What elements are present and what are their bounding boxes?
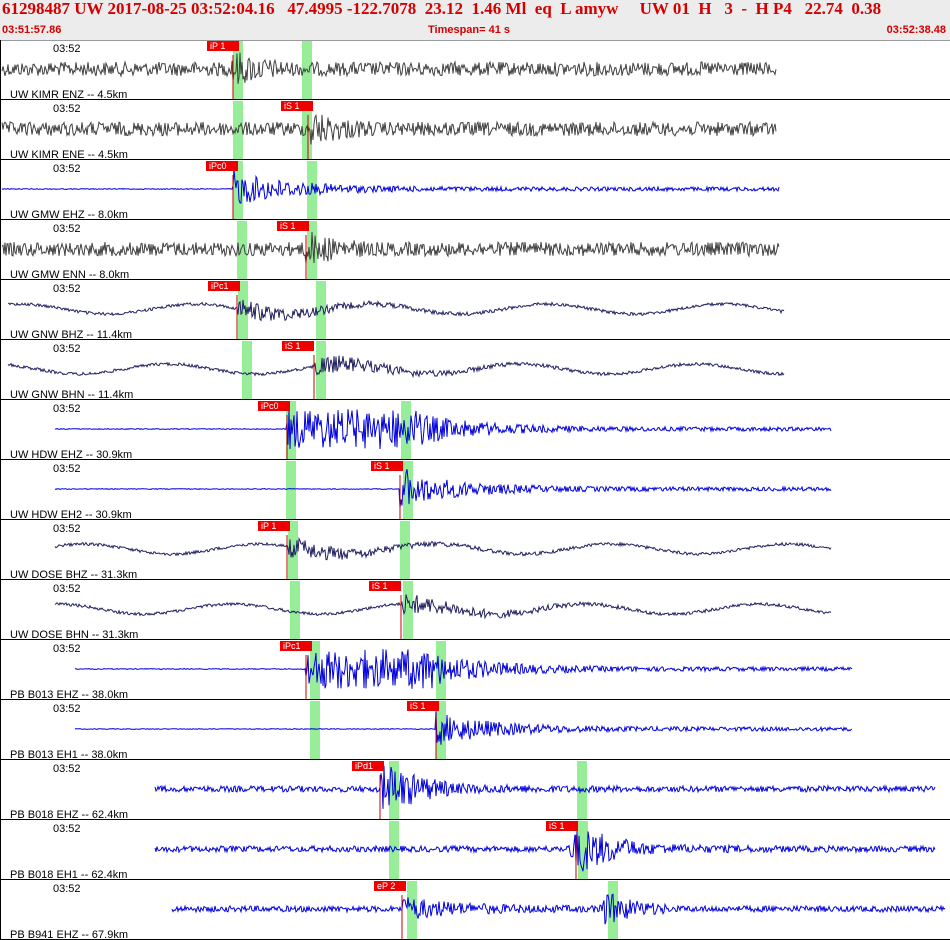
channel-label: PB B941 EHZ -- 67.9km — [10, 929, 128, 940]
waveform-trace — [154, 765, 936, 809]
event-header: 61298487 UW 2017-08-25 03:52:04.16 47.49… — [0, 0, 950, 41]
pick-flag-label: iP 1 — [261, 521, 276, 531]
p-window-highlight — [242, 341, 252, 400]
trace-time-label: 03:52 — [53, 643, 81, 655]
waveform-trace — [1, 231, 780, 264]
p-window-highlight — [286, 461, 296, 520]
p-window-highlight — [290, 581, 300, 640]
pick-flag-label: iS 1 — [280, 221, 296, 231]
waveform-trace — [1, 52, 777, 84]
waveform-trace — [54, 594, 832, 620]
pick-flag-label: iPd1 — [355, 761, 373, 771]
trace-time-label: 03:52 — [53, 583, 81, 595]
waveform-trace — [1, 169, 780, 204]
trace-panels[interactable]: iP 1 03:52 UW KIMR ENZ -- 4.5km iS 1 03:52 UW… — [0, 40, 950, 940]
waveform-trace — [74, 711, 853, 745]
trace-time-label: 03:52 — [53, 823, 81, 835]
trace-time-label: 03:52 — [53, 103, 81, 115]
waveform-trace — [171, 893, 946, 925]
waveform-trace — [7, 355, 785, 379]
pick-flag-label: iS 1 — [285, 341, 301, 351]
pick-flag-label: eP 2 — [377, 881, 395, 891]
timespan-label: Timespan= 41 s — [428, 24, 511, 36]
pick-flag-label: iS 1 — [549, 821, 565, 831]
pick-flag-label: iS 1 — [372, 581, 388, 591]
trace-time-label: 03:52 — [53, 463, 81, 475]
waveform-trace — [154, 830, 936, 872]
trace-time-label: 03:52 — [53, 223, 81, 235]
pick-flag-label: iPc1 — [283, 641, 301, 651]
pick-flag-label: iS 1 — [374, 461, 390, 471]
waveform-trace — [54, 536, 832, 561]
s-window-highlight — [400, 521, 410, 580]
s-window-highlight — [316, 281, 326, 340]
waveform-trace — [54, 469, 832, 509]
trace-time-label: 03:52 — [53, 403, 81, 415]
trace-time-label: 03:52 — [53, 343, 81, 355]
p-window-highlight — [310, 701, 320, 760]
waveform-trace — [74, 649, 853, 689]
pick-flag-label: iPc0 — [209, 161, 227, 171]
end-time: 03:52:38.48 — [886, 24, 946, 36]
trace-time-label: 03:52 — [53, 883, 81, 895]
s-window-highlight — [403, 581, 413, 640]
trace-time-label: 03:52 — [53, 43, 81, 55]
trace-time-label: 03:52 — [53, 523, 81, 535]
trace-time-label: 03:52 — [53, 163, 81, 175]
trace-time-label: 03:52 — [53, 703, 81, 715]
event-title: 61298487 UW 2017-08-25 03:52:04.16 47.49… — [2, 0, 882, 18]
pick-flag-label: iPc1 — [211, 281, 229, 291]
pick-flag-label: iP 1 — [210, 41, 225, 51]
waveform-trace — [1, 113, 777, 145]
pick-flag-label: iPc0 — [261, 401, 279, 411]
trace-time-label: 03:52 — [53, 283, 81, 295]
waveform-trace — [7, 299, 785, 322]
waveform-canvas[interactable]: iP 103:52UW KIMR ENZ -- 4.5kmiS 103:52UW… — [0, 40, 950, 940]
trace-time-label: 03:52 — [53, 763, 81, 775]
waveform-trace — [54, 409, 832, 450]
pick-flag-label: iS 1 — [410, 701, 426, 711]
start-time: 03:51:57.86 — [2, 24, 62, 36]
pick-flag-label: iS 1 — [284, 101, 300, 111]
